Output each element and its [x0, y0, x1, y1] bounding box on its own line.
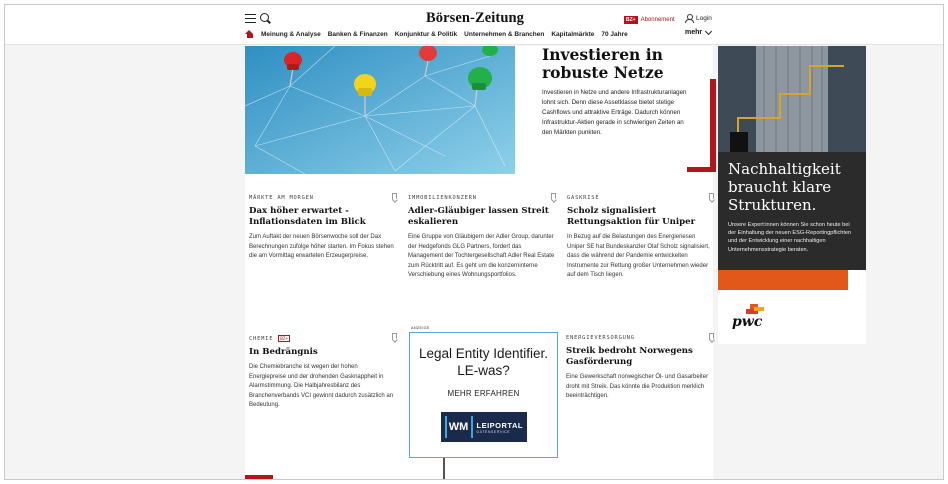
article-teaser: Eine Gruppe von Gläubigern der Adler Gro… [408, 234, 555, 279]
side-ad-orange-bar [718, 270, 848, 290]
bookmark-icon[interactable] [551, 193, 556, 200]
site-header: Börsen-Zeitung BZ+ Abonnement Login Mein… [5, 5, 943, 45]
chevron-down-icon [705, 27, 713, 35]
home-icon[interactable] [245, 30, 254, 38]
hero-title[interactable]: Investieren in robuste Netze [542, 46, 713, 82]
article-teaser: Die Chemiebranche ist wegen der hohen En… [249, 364, 394, 409]
article-card[interactable]: MÄRKTE AM MORGEN Dax höher erwartet - In… [249, 195, 394, 262]
bookmark-icon[interactable] [709, 333, 714, 340]
bookmark-icon[interactable] [392, 333, 397, 340]
article-title[interactable]: Streik bedroht Norwegens Gasförderung [566, 346, 711, 368]
article-card[interactable]: ENERGIEVERSORGUNG Streik bedroht Norwege… [566, 335, 711, 402]
hero-image-pushpins-network[interactable] [245, 46, 515, 174]
side-ad-text-panel: Nachhaltigkeit braucht klare Strukturen.… [718, 152, 866, 270]
search-icon[interactable] [260, 13, 269, 22]
user-icon [685, 14, 694, 23]
side-ad-body: Unsere Expert:innen können Sie schon heu… [728, 222, 852, 253]
lei-portal-logo: WM LEIPORTAL DATENSERVICE [440, 412, 527, 442]
article-card[interactable]: IMMOBILIENKONZERN Adler-Gläubiger lassen… [408, 195, 556, 281]
nav-item-unternehmen[interactable]: Unternehmen & Branchen [464, 31, 544, 38]
kicker-text: CHEMIE [249, 336, 274, 342]
lei-portal-name: LEIPORTAL [476, 420, 523, 430]
hero-accent-bar [710, 79, 716, 171]
subscription-link[interactable]: BZ+ Abonnement [624, 16, 675, 24]
wm-logo-mark: WM [444, 416, 473, 438]
main-content: Investieren in robuste Netze Investieren… [245, 46, 716, 479]
article-kicker: ENERGIEVERSORGUNG [566, 335, 635, 341]
nav-item-meinung[interactable]: Meinung & Analyse [261, 31, 321, 38]
article-teaser: In Bezug auf die Belastungen des Energie… [567, 234, 710, 279]
bz-plus-badge: BZ+ [624, 16, 638, 24]
side-ad-building-image [718, 46, 866, 152]
article-title[interactable]: Scholz signalisiert Rettungsaktion für U… [567, 206, 712, 228]
subscription-label: Abonnement [640, 17, 675, 23]
ad-headline: Legal Entity Identifier. LE-was? [418, 346, 549, 378]
bookmark-icon[interactable] [392, 193, 397, 200]
article-card[interactable]: GASKRISE Scholz signalisiert Rettungsakt… [567, 195, 712, 281]
article-kicker: GASKRISE [567, 195, 600, 201]
nav-item-70-jahre[interactable]: 70 Jahre [601, 31, 627, 38]
site-logo[interactable]: Börsen-Zeitung [385, 10, 565, 27]
ad-lei-portal[interactable]: Legal Entity Identifier. LE-was? MEHR ER… [409, 332, 558, 458]
article-kicker: MÄRKTE AM MORGEN [249, 195, 314, 201]
nav-item-kapitalmaerkte[interactable]: Kapitalmärkte [551, 31, 594, 38]
article-kicker: IMMOBILIENKONZERN [408, 195, 477, 201]
article-title[interactable]: Dax höher erwartet - Inflationsdaten im … [249, 206, 394, 228]
bz-plus-tag: BZ+ [278, 335, 290, 342]
more-label: mehr [685, 29, 703, 36]
article-title[interactable]: In Bedrängnis [249, 347, 394, 358]
bookmark-icon[interactable] [709, 193, 714, 200]
menu-icon[interactable] [245, 14, 256, 23]
article-title[interactable]: Adler-Gläubiger lassen Streit eskalieren [408, 206, 556, 228]
lei-portal-sub: DATENSERVICE [476, 429, 511, 434]
nav-item-konjunktur[interactable]: Konjunktur & Politik [395, 31, 457, 38]
login-link[interactable]: Login [685, 14, 712, 23]
nav-item-banken[interactable]: Banken & Finanzen [328, 31, 388, 38]
article-teaser: Zum Auftakt der neuen Börsenwoche soll d… [249, 234, 394, 260]
browser-viewport: Börsen-Zeitung BZ+ Abonnement Login Mein… [4, 4, 944, 480]
article-kicker: CHEMIE BZ+ [249, 335, 394, 342]
hero-body: Investieren in Netze und andere Infrastr… [542, 89, 687, 136]
hero-teaser[interactable]: Investieren in robuste Netze Investieren… [515, 46, 713, 174]
ad-divider-line [443, 458, 445, 479]
next-teaser-accent [245, 475, 273, 479]
article-card[interactable]: CHEMIE BZ+ In Bedrängnis Die Chemiebranch… [249, 335, 394, 411]
ad-cta-button[interactable]: MEHR ERFAHREN [410, 389, 557, 398]
pwc-side-ad[interactable]: Nachhaltigkeit braucht klare Strukturen.… [718, 46, 866, 344]
hero-accent-bar-bottom [687, 167, 716, 172]
login-label: Login [696, 14, 712, 22]
article-teaser: Eine Gewerkschaft norwegischer Öl- und G… [566, 374, 709, 400]
ad-label: ANZEIGE [411, 326, 430, 330]
side-ad-headline: Nachhaltigkeit braucht klare Strukturen. [728, 160, 841, 214]
more-menu-button[interactable]: mehr [685, 27, 713, 36]
pwc-logo-text: pwc [732, 314, 763, 330]
main-nav: Meinung & Analyse Banken & Finanzen Konj… [245, 30, 635, 38]
